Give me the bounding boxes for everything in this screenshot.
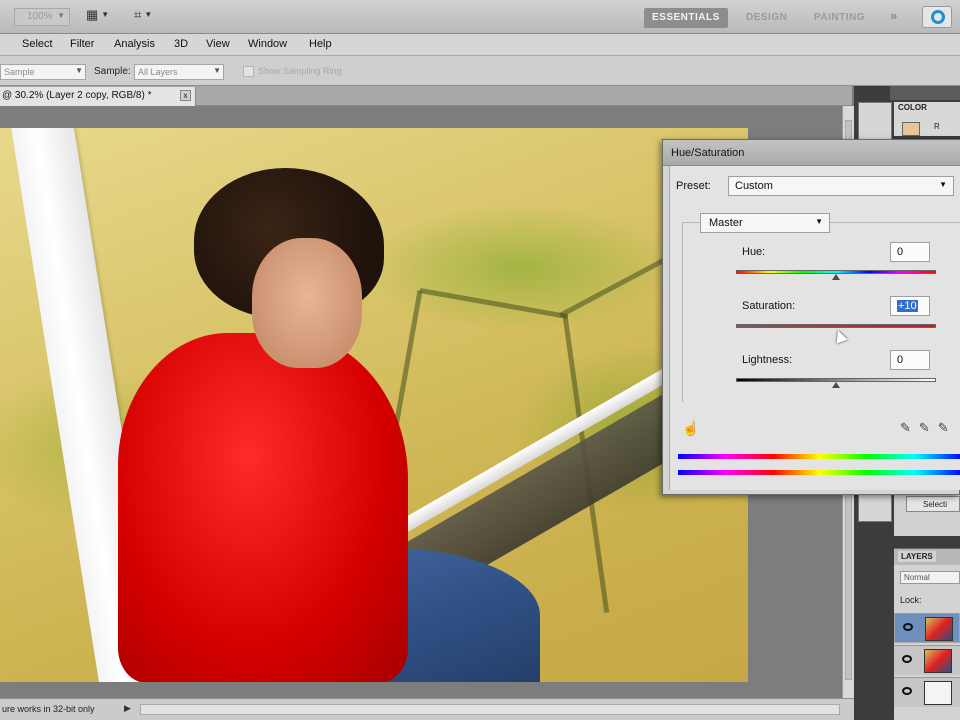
menu-analysis[interactable]: Analysis [114, 38, 155, 50]
status-menu-button[interactable]: ▶ [124, 703, 131, 714]
layers-tab[interactable]: LAYERS [898, 551, 936, 562]
photo-face [252, 238, 362, 368]
application-bar: 100% ▼ ▦ ▼ ⌗ ▼ ESSENTIALS DESIGN PAINTING … [0, 0, 960, 34]
cs-live-icon [931, 10, 945, 24]
screen-mode-button[interactable]: ⌗ ▼ [134, 7, 168, 27]
selection-button[interactable]: Selecti [906, 496, 960, 512]
saturation-value: +10 [897, 300, 918, 312]
document-tab[interactable]: @ 30.2% (Layer 2 copy, RGB/8) * x [0, 87, 196, 106]
chevron-down-icon: ▼ [815, 217, 823, 226]
tool-options-bar: Sample ▼ Sample: All Layers ▼ Show Sampl… [0, 56, 960, 86]
close-icon[interactable]: x [180, 90, 191, 101]
input-color-bar [678, 454, 960, 459]
chevron-down-icon: ▼ [213, 66, 221, 75]
lock-label: Lock: [900, 595, 922, 605]
menu-3d[interactable]: 3D [174, 38, 188, 50]
blend-mode-select[interactable]: Normal [900, 571, 960, 584]
menu-view[interactable]: View [206, 38, 230, 50]
menu-select[interactable]: Select [22, 38, 53, 50]
status-bar: ure works in 32-bit only ▶ [0, 698, 854, 720]
chevron-down-icon: ▼ [75, 66, 83, 75]
channel-value: Master [709, 217, 743, 229]
chevron-down-icon: ▼ [57, 11, 65, 20]
photo-shadow [419, 288, 569, 320]
lightness-input[interactable]: 0 [890, 350, 930, 370]
layer-row[interactable] [894, 677, 960, 707]
color-channel-label: R [934, 122, 940, 131]
photo-red-shirt [118, 333, 408, 682]
color-panel-tab[interactable]: COLOR [898, 103, 927, 112]
sample-layers-select[interactable]: All Layers ▼ [134, 64, 224, 80]
on-image-adjust-icon[interactable]: ☝ [682, 420, 699, 437]
arrange-documents-icon: ▦ [86, 7, 99, 22]
eyedropper-icons[interactable]: ✎✎✎ [900, 420, 957, 436]
eye-icon[interactable] [903, 623, 913, 631]
workspace-painting[interactable]: PAINTING [806, 8, 873, 28]
layer-row[interactable] [894, 645, 960, 675]
preset-select[interactable]: Custom ▼ [728, 176, 954, 196]
sample-layers-value: All Layers [138, 67, 178, 77]
layers-panel: LAYERS Normal Lock: [894, 548, 960, 720]
hue-value: 0 [897, 246, 904, 258]
layers-tab-strip: LAYERS [894, 549, 960, 565]
show-sampling-ring-checkbox[interactable] [243, 66, 254, 77]
hue-input[interactable]: 0 [890, 242, 930, 262]
photo-canvas[interactable] [0, 128, 748, 682]
cs-live-button[interactable] [922, 6, 952, 28]
document-tab-bar: @ 30.2% (Layer 2 copy, RGB/8) * x [0, 86, 852, 106]
eye-icon[interactable] [902, 655, 912, 663]
lightness-label: Lightness: [742, 354, 793, 366]
dialog-body: Preset: Custom ▼ Master ▼ Hue: 0 Saturat… [669, 166, 960, 490]
more-workspaces-button[interactable]: » [890, 8, 897, 23]
menu-window[interactable]: Window [248, 38, 287, 50]
channel-select[interactable]: Master ▼ [700, 213, 830, 233]
saturation-slider[interactable] [736, 324, 936, 328]
screen-mode-icon: ⌗ [134, 7, 142, 22]
photo-shadow [558, 256, 668, 318]
menu-bar: Select Filter Analysis 3D View Window He… [0, 34, 960, 56]
chevron-down-icon: ▼ [144, 10, 153, 19]
menu-filter[interactable]: Filter [70, 38, 94, 50]
output-color-bar [678, 470, 960, 475]
panel-collapse-bar[interactable] [890, 86, 960, 100]
hue-saturation-dialog: Hue/Saturation Preset: Custom ▼ Master ▼… [662, 139, 960, 495]
lightness-slider-handle[interactable] [832, 382, 840, 388]
status-message: ure works in 32-bit only [2, 704, 95, 714]
photoshop-window: 100% ▼ ▦ ▼ ⌗ ▼ ESSENTIALS DESIGN PAINTING … [0, 0, 960, 720]
lightness-value: 0 [897, 354, 904, 366]
show-sampling-ring-label: Show Sampling Ring [258, 66, 342, 76]
menu-help[interactable]: Help [309, 38, 332, 50]
hue-label: Hue: [742, 246, 766, 258]
layer-row[interactable] [894, 613, 960, 643]
zoom-level-value: 100% [27, 11, 53, 22]
workspace-design[interactable]: DESIGN [738, 8, 795, 28]
sample-label: Sample: [94, 66, 131, 77]
eye-icon[interactable] [902, 687, 912, 695]
preset-label: Preset: [676, 180, 711, 192]
horizontal-scrollbar[interactable] [140, 704, 840, 715]
layer-thumbnail [925, 617, 953, 641]
sample-size-select[interactable]: Sample ▼ [0, 64, 86, 80]
preset-value: Custom [735, 180, 773, 192]
layer-thumbnail [924, 649, 952, 673]
dialog-title: Hue/Saturation [671, 147, 745, 159]
document-tab-title: @ 30.2% (Layer 2 copy, RGB/8) * [2, 90, 152, 101]
adjustment-layer-thumbnail [924, 681, 952, 705]
zoom-level-select[interactable]: 100% ▼ [14, 8, 70, 26]
arrange-documents-button[interactable]: ▦ ▼ [86, 7, 120, 27]
dialog-titlebar[interactable]: Hue/Saturation [663, 140, 960, 166]
hue-slider-handle[interactable] [832, 274, 840, 280]
chevron-down-icon: ▼ [939, 180, 947, 189]
sample-size-value: Sample [4, 67, 35, 77]
saturation-input[interactable]: +10 [890, 296, 930, 316]
workspace-essentials[interactable]: ESSENTIALS [644, 8, 728, 28]
color-panel: COLOR R [894, 102, 960, 136]
chevron-down-icon: ▼ [101, 10, 110, 19]
foreground-color-swatch[interactable] [902, 122, 920, 136]
saturation-label: Saturation: [742, 300, 796, 312]
